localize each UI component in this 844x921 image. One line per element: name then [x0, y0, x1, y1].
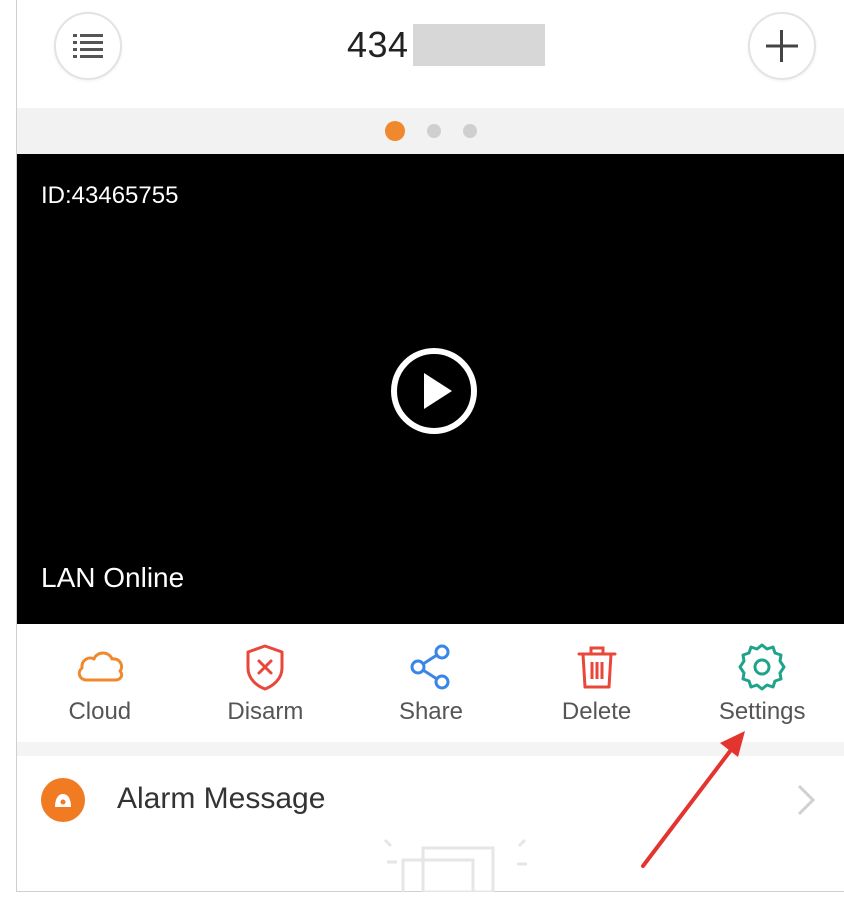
disarm-button[interactable]: Disarm	[190, 624, 340, 726]
settings-label: Settings	[718, 698, 806, 725]
redacted-title-block	[412, 24, 545, 66]
device-pager	[17, 108, 844, 154]
device-title: 434	[347, 20, 545, 70]
menu-button[interactable]	[54, 12, 122, 80]
share-icon	[410, 644, 450, 690]
cloud-button[interactable]: Cloud	[25, 624, 175, 726]
app-frame: 434 ID:43465755 LAN Online Cloud Disarm …	[16, 0, 844, 892]
empty-state-illustration	[383, 838, 527, 892]
connection-status: LAN Online	[41, 562, 185, 593]
cloud-label: Cloud	[68, 698, 132, 725]
play-icon[interactable]	[389, 346, 479, 436]
share-label: Share	[398, 698, 463, 725]
shield-x-icon	[246, 644, 284, 691]
pager-dot-3[interactable]	[463, 124, 477, 138]
share-button[interactable]: Share	[356, 624, 506, 726]
pager-dot-1[interactable]	[385, 121, 405, 141]
list-icon	[73, 34, 103, 58]
chevron-right-icon	[797, 784, 816, 816]
video-preview[interactable]: ID:43465755 LAN Online	[17, 154, 844, 624]
action-toolbar: Cloud Disarm Share Delete Settings	[17, 624, 844, 742]
top-bar: 434	[17, 0, 844, 108]
gear-icon	[738, 643, 786, 691]
device-id-label: ID:43465755	[41, 182, 179, 209]
cloud-icon	[77, 651, 123, 682]
alarm-icon	[41, 778, 85, 822]
plus-icon	[766, 30, 798, 62]
device-title-text: 434	[347, 24, 409, 65]
delete-button[interactable]: Delete	[522, 624, 672, 726]
delete-label: Delete	[561, 698, 632, 725]
add-device-button[interactable]	[748, 12, 816, 80]
alarm-message-label: Alarm Message	[117, 782, 326, 815]
section-separator	[17, 742, 844, 756]
settings-button[interactable]: Settings	[687, 624, 837, 726]
pager-dot-2[interactable]	[427, 124, 441, 138]
disarm-label: Disarm	[227, 698, 304, 725]
trash-icon	[577, 646, 617, 689]
alarm-message-row[interactable]: Alarm Message	[17, 756, 844, 842]
